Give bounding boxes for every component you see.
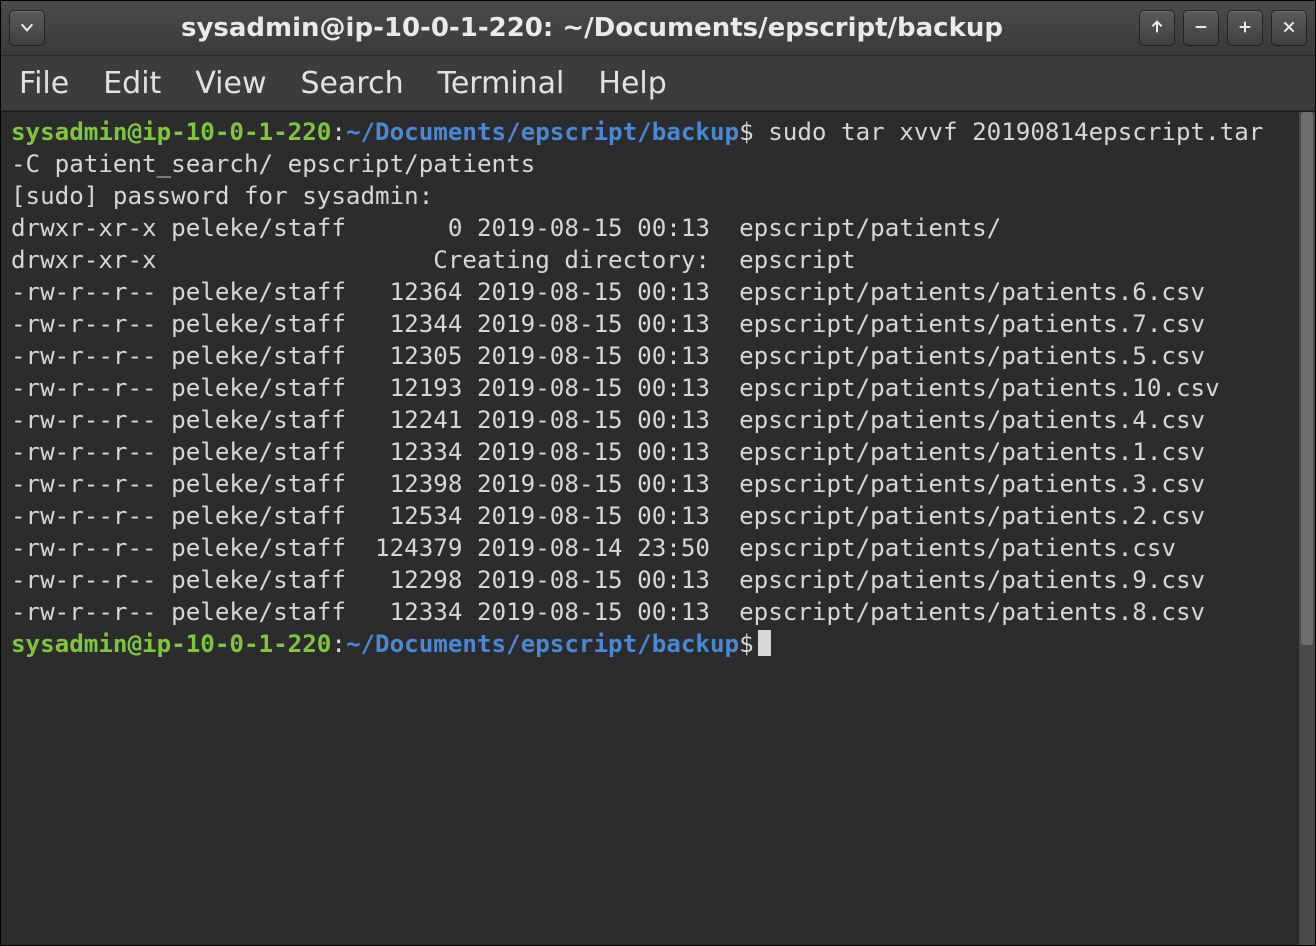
keep-above-button[interactable] <box>1139 10 1175 46</box>
listing-line: -rw-r--r-- peleke/staff 12334 2019-08-15… <box>11 598 1205 626</box>
listing-line: -rw-r--r-- peleke/staff 12364 2019-08-15… <box>11 278 1205 306</box>
prompt-sep: : <box>331 630 346 658</box>
prompt-path: ~/Documents/epscript/backup <box>346 118 739 146</box>
listing-line: -rw-r--r-- peleke/staff 12305 2019-08-15… <box>11 342 1205 370</box>
listing-line: -rw-r--r-- peleke/staff 12534 2019-08-15… <box>11 502 1205 530</box>
window-menu-button[interactable] <box>9 10 45 46</box>
listing-line: drwxr-xr-x Creating directory: epscript <box>11 246 856 274</box>
listing-line: drwxr-xr-x peleke/staff 0 2019-08-15 00:… <box>11 214 1001 242</box>
plus-icon <box>1237 16 1253 41</box>
listing-line: -rw-r--r-- peleke/staff 12241 2019-08-15… <box>11 406 1205 434</box>
scrollbar[interactable] <box>1298 112 1315 945</box>
listing-line: -rw-r--r-- peleke/staff 12344 2019-08-15… <box>11 310 1205 338</box>
menu-file[interactable]: File <box>19 66 69 101</box>
menu-edit[interactable]: Edit <box>103 66 161 101</box>
window-title: sysadmin@ip-10-0-1-220: ~/Documents/epsc… <box>53 13 1131 43</box>
prompt-user-host: sysadmin@ip-10-0-1-220 <box>11 118 331 146</box>
title-bar: sysadmin@ip-10-0-1-220: ~/Documents/epsc… <box>1 1 1315 56</box>
prompt-path: ~/Documents/epscript/backup <box>346 630 739 658</box>
listing-line: -rw-r--r-- peleke/staff 12298 2019-08-15… <box>11 566 1205 594</box>
listing-line: -rw-r--r-- peleke/staff 12193 2019-08-15… <box>11 374 1220 402</box>
minus-icon <box>1193 16 1209 41</box>
terminal-area-wrap: sysadmin@ip-10-0-1-220:~/Documents/epscr… <box>1 111 1315 945</box>
close-button[interactable] <box>1271 10 1307 46</box>
chevron-down-icon <box>19 16 35 41</box>
terminal-area[interactable]: sysadmin@ip-10-0-1-220:~/Documents/epscr… <box>1 112 1298 945</box>
minimize-button[interactable] <box>1183 10 1219 46</box>
maximize-button[interactable] <box>1227 10 1263 46</box>
menu-search[interactable]: Search <box>301 66 404 101</box>
menu-bar: File Edit View Search Terminal Help <box>1 56 1315 111</box>
cursor <box>758 630 771 656</box>
prompt-user-host: sysadmin@ip-10-0-1-220 <box>11 630 331 658</box>
listing-line: -rw-r--r-- peleke/staff 124379 2019-08-1… <box>11 534 1176 562</box>
close-icon <box>1281 16 1297 41</box>
prompt-sigil: $ <box>739 630 754 658</box>
prompt-sep: : <box>331 118 346 146</box>
arrow-up-icon <box>1149 16 1165 41</box>
terminal-window: sysadmin@ip-10-0-1-220: ~/Documents/epsc… <box>0 0 1316 946</box>
prompt-sigil: $ <box>739 118 754 146</box>
menu-terminal[interactable]: Terminal <box>438 66 565 101</box>
scrollbar-thumb[interactable] <box>1301 112 1313 645</box>
listing-line: -rw-r--r-- peleke/staff 12398 2019-08-15… <box>11 470 1205 498</box>
menu-help[interactable]: Help <box>598 66 666 101</box>
listing-line: -rw-r--r-- peleke/staff 12334 2019-08-15… <box>11 438 1205 466</box>
sudo-prompt: [sudo] password for sysadmin: <box>11 182 433 210</box>
menu-view[interactable]: View <box>195 66 266 101</box>
